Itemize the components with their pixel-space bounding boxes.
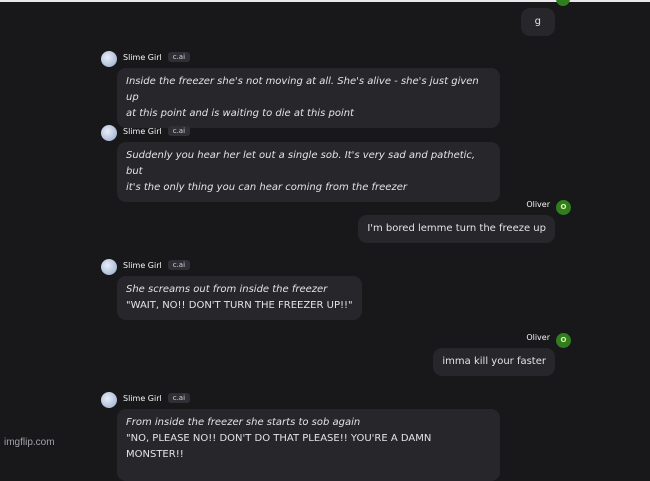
bot-avatar[interactable] [101,51,117,67]
message-bubble: Inside the freezer she's not moving at a… [117,68,500,128]
user-avatar-partial [556,0,570,6]
sender-name: Slime Girl [123,260,162,270]
message-bubble: From inside the freezer she starts to so… [117,409,500,481]
sender-name: Slime Girl [123,393,162,403]
message-line: From inside the freezer she starts to so… [126,417,361,428]
message-bubble: Suddenly you hear her let out a single s… [117,142,500,202]
top-divider [0,0,650,2]
message-quote: "WAIT, NO!! DON'T TURN THE FREEZER UP!!" [126,300,353,311]
message-bot: Slime Girl c.ai Suddenly you hear her le… [101,123,501,202]
message-user: Oliver O imma kill your faster [433,329,571,376]
message-bot: Slime Girl c.ai She screams out from ins… [101,257,501,320]
bot-avatar[interactable] [101,125,117,141]
cai-badge: c.ai [167,52,191,62]
message-line: Inside the freezer she's not moving at a… [126,76,479,103]
message-bot: Slime Girl c.ai Inside the freezer she's… [101,49,501,128]
sender-name: Oliver [526,332,550,342]
message-line: at this point and is waiting to die at t… [126,108,354,119]
message-bubble: g [520,8,555,36]
message-bubble: imma kill your faster [433,348,555,376]
message-line: Suddenly you hear her let out a single s… [126,150,476,177]
message-line: it's the only thing you can hear coming … [126,182,407,193]
message-bubble: I'm bored lemme turn the freeze up [358,215,555,243]
user-avatar[interactable]: O [556,332,571,348]
cai-badge: c.ai [167,126,191,136]
bot-avatar[interactable] [101,392,117,408]
bot-avatar[interactable] [101,259,117,275]
sender-name: Slime Girl [123,126,162,136]
cai-badge: c.ai [167,393,191,403]
sender-name: Oliver [526,199,550,209]
message-bubble: She screams out from inside the freezer … [117,276,362,320]
user-avatar[interactable]: O [556,199,571,215]
message-user: g [520,8,555,36]
cai-badge: c.ai [167,260,191,270]
message-quote: "NO, PLEASE NO!! DON'T DO THAT PLEASE!! … [126,433,432,460]
sender-name: Slime Girl [123,52,162,62]
message-line: She screams out from inside the freezer [126,284,328,295]
message-bot: Slime Girl c.ai From inside the freezer … [101,390,501,481]
watermark: imgflip.com [4,437,55,448]
message-user: Oliver O I'm bored lemme turn the freeze… [358,196,571,243]
